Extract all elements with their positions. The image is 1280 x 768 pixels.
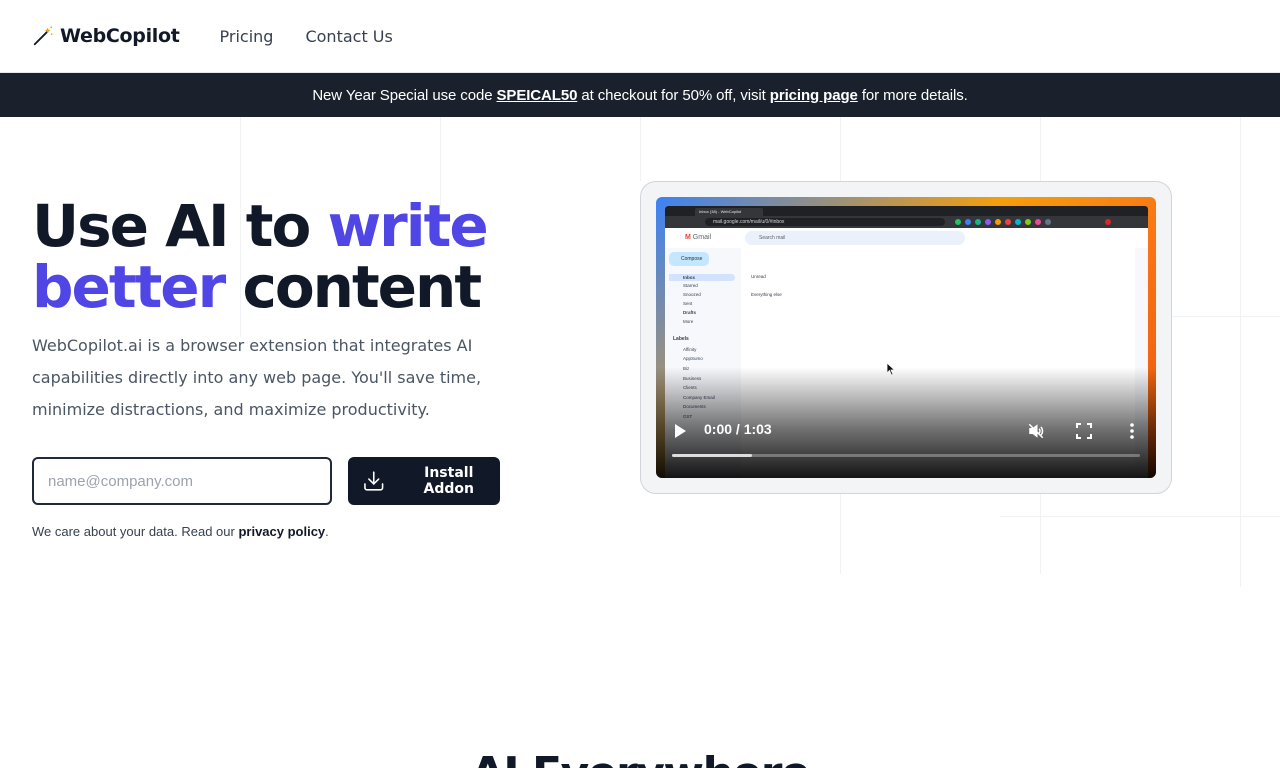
email-input[interactable]: [32, 457, 332, 505]
avatar: [1105, 219, 1111, 225]
hero-title-part2: content: [224, 253, 482, 321]
hero-title-accent1: write: [327, 192, 489, 260]
fullscreen-icon[interactable]: [1074, 421, 1094, 441]
gmail-search: Search mail: [745, 231, 965, 245]
banner-text-middle: at checkout for 50% off, visit: [577, 86, 770, 104]
gmail-compose: Compose: [669, 252, 709, 266]
video-tabbar: Inbox (38) - WebCopilot: [665, 206, 1148, 216]
gmail-label: Affinity: [683, 347, 697, 352]
gmail-row-unread: Unread: [751, 274, 766, 279]
extension-icon: [1015, 219, 1021, 225]
nav-pricing-link[interactable]: Pricing: [220, 27, 274, 46]
install-addon-button[interactable]: Install Addon: [348, 457, 500, 505]
demo-video[interactable]: Inbox (38) - WebCopilot mail.google.com/…: [656, 197, 1156, 478]
video-gmail-header: M Gmail Search mail: [665, 228, 1148, 248]
nav-contact-link[interactable]: Contact Us: [305, 27, 392, 46]
video-progress-bar[interactable]: [672, 454, 1140, 457]
banner-text-before: New Year Special use code: [312, 86, 497, 104]
extension-icon: [1045, 219, 1051, 225]
gmail-nav-drafts: Drafts: [683, 310, 697, 315]
extension-icon: [975, 219, 981, 225]
more-vertical-icon[interactable]: [1122, 421, 1142, 441]
section-title: AI Everywhere: [0, 748, 1280, 768]
gmail-nav-snoozed: Snoozed: [683, 292, 701, 297]
extension-icon: [955, 219, 961, 225]
banner-text-after: for more details.: [857, 86, 968, 104]
gmail-logo: M Gmail: [685, 234, 712, 241]
video-progress-buffered: [672, 454, 752, 457]
privacy-policy-link[interactable]: privacy policy: [238, 524, 325, 539]
extension-icon: [1005, 219, 1011, 225]
extension-icon: [995, 219, 1001, 225]
extension-icon: [985, 219, 991, 225]
hero-description: WebCopilot.ai is a browser extension tha…: [32, 336, 482, 419]
video-controls: 0:00 / 1:03: [656, 417, 1156, 447]
pricing-page-link[interactable]: pricing page: [770, 87, 858, 104]
video-url: mail.google.com/mail/u/0/#inbox: [705, 218, 945, 226]
extension-icon: [1025, 219, 1031, 225]
logo-text: WebCopilot: [60, 25, 180, 47]
extension-icon: [1035, 219, 1041, 225]
site-header: WebCopilot Pricing Contact Us: [0, 0, 1280, 73]
gmail-row-everything-else: Everything else: [751, 292, 782, 297]
promo-code: SPEICAL50: [496, 86, 578, 104]
download-icon: [364, 471, 384, 491]
play-icon[interactable]: [670, 421, 690, 441]
gmail-nav-sent: Sent: [683, 301, 693, 306]
hero-title-accent2: better: [32, 253, 226, 321]
privacy-text: We care about your data. Read our: [32, 524, 239, 539]
install-addon-label: Install Addon: [423, 465, 474, 497]
promo-banner: New Year Special use code SPEICAL50 at c…: [0, 73, 1280, 117]
magic-wand-icon: [33, 26, 53, 46]
gmail-nav-starred: Starred: [683, 283, 698, 288]
video-urlbar: mail.google.com/mail/u/0/#inbox: [665, 216, 1148, 228]
video-tab: Inbox (38) - WebCopilot: [695, 208, 763, 216]
gmail-app-name: Gmail: [692, 234, 712, 241]
volume-muted-icon[interactable]: [1026, 421, 1046, 441]
logo-link[interactable]: WebCopilot: [32, 25, 180, 47]
gmail-nav-more: More: [683, 319, 694, 324]
privacy-note: We care about your data. Read our privac…: [32, 524, 329, 539]
gmail-nav-inbox: Inbox: [669, 274, 735, 281]
main-nav: Pricing Contact Us: [220, 27, 393, 46]
video-time: 0:00 / 1:03: [704, 421, 772, 437]
hero-title: Use AI to write better content: [32, 196, 592, 318]
gmail-label: AppSumo: [683, 356, 703, 361]
gmail-labels-heading: Labels: [673, 336, 689, 342]
hero-title-part1: Use AI to: [32, 192, 328, 260]
privacy-end: .: [325, 524, 329, 539]
extension-icon: [965, 219, 971, 225]
